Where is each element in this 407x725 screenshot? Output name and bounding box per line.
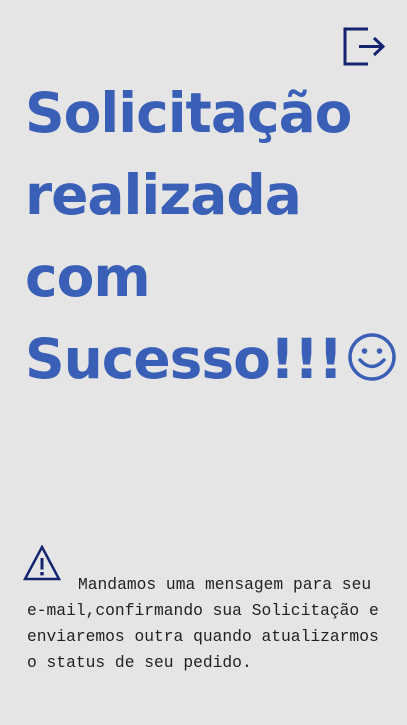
logout-icon xyxy=(343,27,386,66)
heading-line-4-text: Sucesso!!! xyxy=(25,327,343,391)
logout-button[interactable] xyxy=(342,26,386,68)
smiley-face-icon xyxy=(348,333,396,381)
confirmation-message: Mandamos uma mensagem para seu e-mail,co… xyxy=(27,575,379,672)
heading-line-3: com xyxy=(25,245,151,309)
heading-line-1: Solicitação xyxy=(25,81,352,145)
heading-line-4: Sucesso!!! xyxy=(25,318,400,400)
success-heading: Solicitação realizada com Sucesso!!! xyxy=(25,72,400,400)
heading-line-2: realizada xyxy=(25,163,302,227)
